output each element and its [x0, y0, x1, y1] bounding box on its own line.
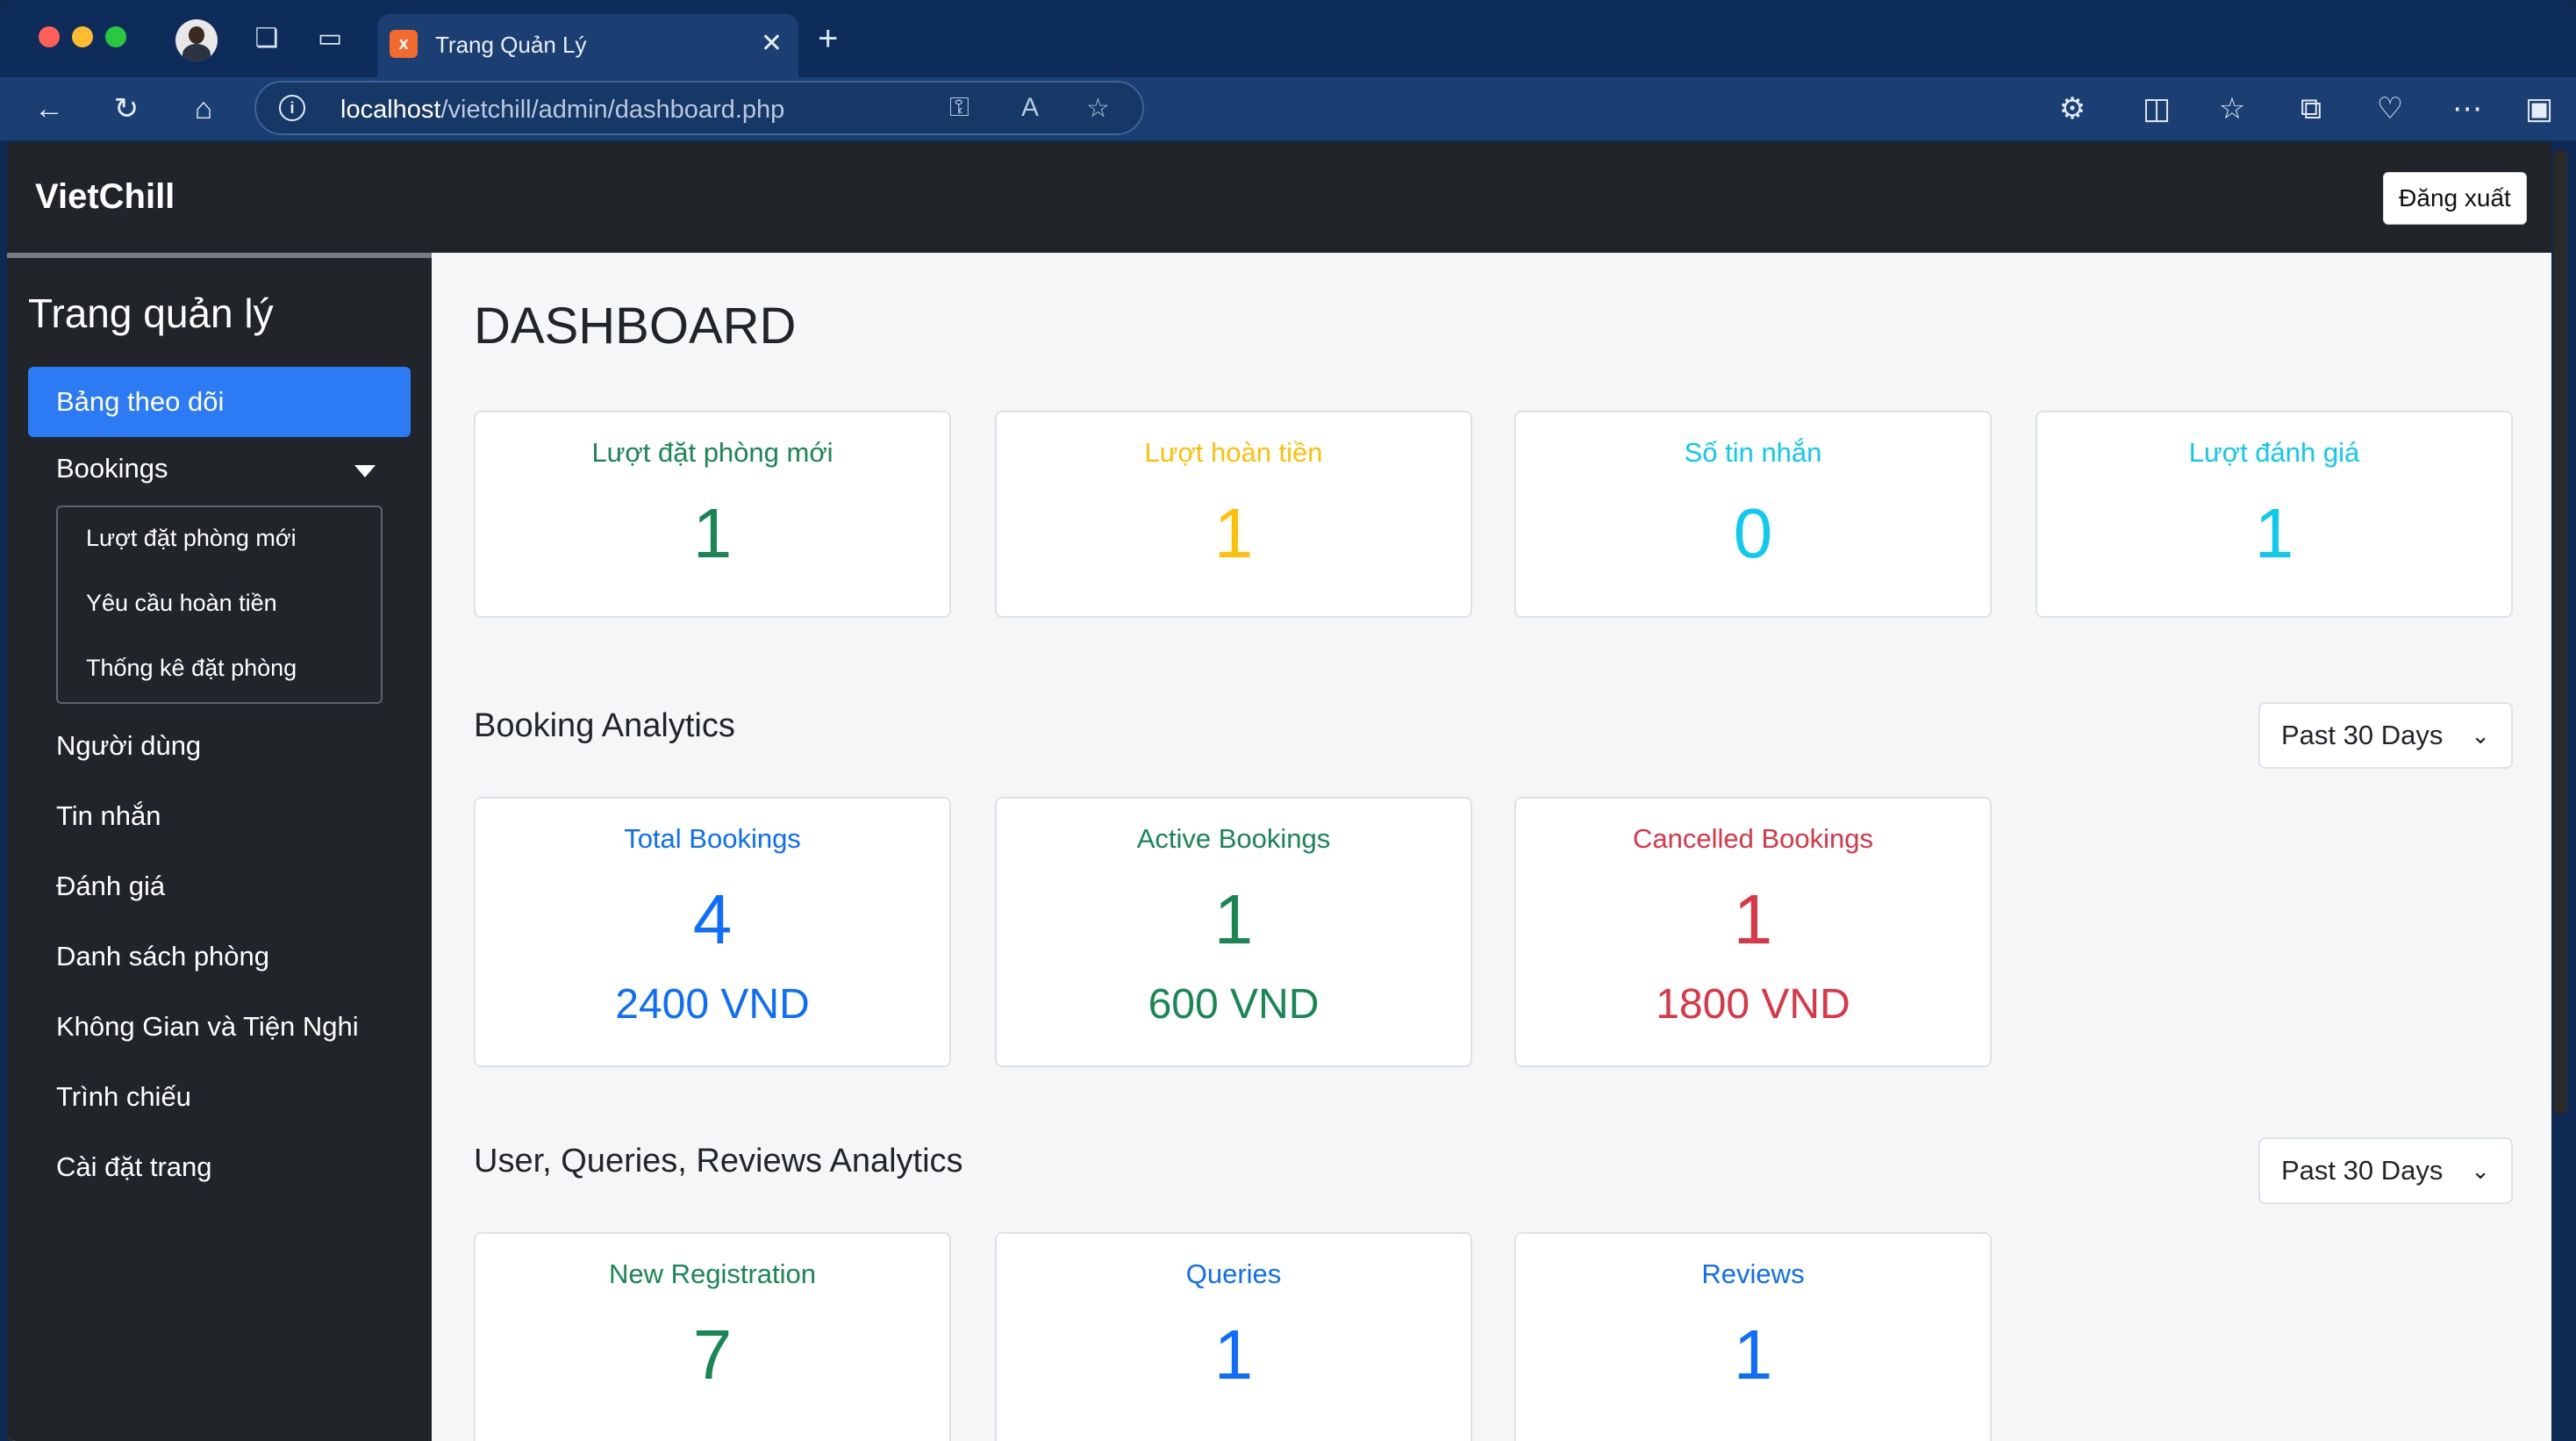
- card-value: 1: [1733, 1316, 1773, 1394]
- tab-close-icon[interactable]: ✕: [761, 28, 783, 59]
- sidebar-toggle-icon[interactable]: ▣: [2520, 90, 2558, 128]
- select-value: Past 30 Days: [2281, 720, 2444, 750]
- card-label: Cancelled Bookings: [1632, 823, 1873, 854]
- analytics-card-reviews[interactable]: Reviews 1: [1514, 1232, 1992, 1441]
- chevron-down-icon: ⌄: [2471, 722, 2490, 749]
- user-period-select[interactable]: Past 30 Days ⌄: [2258, 1137, 2513, 1204]
- card-label: Queries: [1185, 1258, 1282, 1289]
- card-label: Lượt đánh giá: [2188, 437, 2360, 468]
- chevron-down-icon: ⌄: [2471, 1158, 2490, 1184]
- web-page: VietChill Đăng xuất Trang quản lý Bảng t…: [7, 142, 2551, 1441]
- address-url[interactable]: localhost/vietchill/admin/dashboard.php: [340, 96, 784, 125]
- summary-card-new-bookings[interactable]: Lượt đặt phòng mới 1: [474, 411, 951, 618]
- card-label: Số tin nhắn: [1684, 437, 1822, 468]
- reload-icon[interactable]: ↻: [107, 90, 146, 128]
- new-tab-icon[interactable]: +: [818, 19, 838, 59]
- page-title: DASHBOARD: [474, 298, 797, 355]
- browser-window: ❏ ▭ x Trang Quản Lý ✕ + ← ↻ ⌂ i localhos…: [0, 0, 2576, 1441]
- navigation-bar: ← ↻ ⌂ i localhost/vietchill/admin/dashbo…: [0, 77, 2576, 140]
- url-host: localhost: [340, 96, 441, 124]
- card-amount: 600 VND: [1148, 981, 1320, 1028]
- address-bar[interactable]: i localhost/vietchill/admin/dashboard.ph…: [254, 81, 1144, 135]
- card-value: 7: [692, 1316, 733, 1394]
- admin-header: VietChill Đăng xuất: [7, 142, 2551, 253]
- summary-card-messages[interactable]: Số tin nhắn 0: [1514, 411, 1992, 618]
- xampp-favicon-icon: x: [390, 30, 418, 58]
- analytics-card-active-bookings[interactable]: Active Bookings 1 600 VND: [995, 797, 1472, 1067]
- analytics-card-total-bookings[interactable]: Total Bookings 4 2400 VND: [474, 797, 951, 1067]
- card-label: Lượt hoàn tiền: [1144, 437, 1323, 468]
- bookings-submenu: Lượt đặt phòng mới Yêu cầu hoàn tiền Thố…: [56, 505, 383, 704]
- favorite-star-icon[interactable]: ☆: [1086, 93, 1110, 124]
- scrollbar-thumb[interactable]: [2553, 149, 2567, 1115]
- summary-card-reviews[interactable]: Lượt đánh giá 1: [2036, 411, 2513, 618]
- sidebar-item-features-facilities[interactable]: Không Gian và Tiện Nghi: [56, 1011, 359, 1043]
- sidebar-item-rooms[interactable]: Danh sách phòng: [56, 941, 269, 972]
- workspaces-icon[interactable]: ❏: [249, 21, 284, 56]
- more-menu-icon[interactable]: ⋯: [2448, 90, 2487, 128]
- card-value: 1: [1733, 880, 1773, 958]
- select-value: Past 30 Days: [2281, 1155, 2444, 1186]
- card-value: 1: [1213, 1316, 1254, 1394]
- collections-icon[interactable]: ⧉: [2292, 90, 2330, 128]
- brand-logo[interactable]: VietChill: [35, 177, 175, 217]
- sidebar-item-messages[interactable]: Tin nhắn: [56, 800, 161, 832]
- analytics-card-queries[interactable]: Queries 1: [995, 1232, 1472, 1441]
- favorites-icon[interactable]: ☆: [2213, 90, 2251, 128]
- caret-down-icon[interactable]: [354, 465, 376, 477]
- maximize-window-button[interactable]: [105, 26, 126, 47]
- card-amount: 1800 VND: [1656, 981, 1850, 1028]
- submenu-item-booking-stats[interactable]: Thống kê đặt phòng: [86, 655, 297, 682]
- summary-card-refunds[interactable]: Lượt hoàn tiền 1: [995, 411, 1472, 618]
- home-icon[interactable]: ⌂: [184, 90, 223, 128]
- tab-title: Trang Quản Lý: [435, 32, 587, 58]
- key-icon[interactable]: ⚿: [949, 93, 970, 123]
- tab-bar: ❏ ▭ x Trang Quản Lý ✕ +: [0, 0, 2576, 77]
- extensions-icon[interactable]: ⚙: [2053, 90, 2092, 128]
- minimize-window-button[interactable]: [72, 26, 93, 47]
- card-label: Active Bookings: [1136, 823, 1331, 854]
- split-screen-icon[interactable]: ◫: [2137, 90, 2176, 128]
- profile-avatar[interactable]: [175, 19, 218, 61]
- card-amount: 2400 VND: [615, 981, 810, 1028]
- card-value: 1: [2254, 494, 2294, 572]
- booking-period-select[interactable]: Past 30 Days ⌄: [2258, 702, 2513, 769]
- card-label: Lượt đặt phòng mới: [591, 437, 834, 468]
- card-value: 1: [1213, 494, 1254, 572]
- sidebar: Trang quản lý Bảng theo dõi Bookings Lượ…: [7, 253, 432, 1441]
- avatar-head: [189, 26, 204, 44]
- browser-essentials-icon[interactable]: ♡: [2371, 90, 2409, 128]
- back-icon[interactable]: ←: [30, 90, 68, 128]
- card-value: 4: [692, 880, 733, 958]
- sidebar-item-dashboard[interactable]: Bảng theo dõi: [28, 367, 411, 437]
- tab-actions-icon[interactable]: ▭: [312, 21, 347, 56]
- tab-active[interactable]: x Trang Quản Lý ✕: [377, 14, 798, 77]
- analytics-card-new-registration[interactable]: New Registration 7: [474, 1232, 951, 1441]
- submenu-item-new-bookings[interactable]: Lượt đặt phòng mới: [86, 525, 297, 552]
- close-window-button[interactable]: [39, 26, 60, 47]
- url-path: /vietchill/admin/dashboard.php: [440, 96, 785, 124]
- submenu-item-refund-requests[interactable]: Yêu cầu hoàn tiền: [86, 590, 277, 617]
- card-label: New Registration: [608, 1258, 817, 1289]
- read-aloud-icon[interactable]: A: [1021, 93, 1039, 123]
- avatar-body: [182, 44, 211, 61]
- card-value: 0: [1733, 494, 1773, 572]
- site-info-icon[interactable]: i: [279, 95, 305, 121]
- card-label: Total Bookings: [624, 823, 801, 854]
- user-analytics-title: User, Queries, Reviews Analytics: [474, 1143, 963, 1179]
- main-content: DASHBOARD Lượt đặt phòng mới 1 Lượt hoàn…: [432, 253, 2551, 1441]
- sidebar-item-bookings[interactable]: Bookings: [56, 453, 168, 484]
- card-label: Reviews: [1701, 1258, 1805, 1289]
- sidebar-item-settings[interactable]: Cài đặt trang: [56, 1151, 212, 1183]
- analytics-card-cancelled-bookings[interactable]: Cancelled Bookings 1 1800 VND: [1514, 797, 1992, 1067]
- sidebar-item-carousel[interactable]: Trình chiếu: [56, 1081, 191, 1113]
- sidebar-item-reviews[interactable]: Đánh giá: [56, 871, 165, 902]
- logout-button[interactable]: Đăng xuất: [2383, 172, 2527, 225]
- sidebar-item-users[interactable]: Người dùng: [56, 730, 201, 762]
- booking-analytics-title: Booking Analytics: [474, 707, 735, 744]
- sidebar-title: Trang quản lý: [28, 290, 274, 336]
- card-value: 1: [692, 494, 733, 572]
- card-value: 1: [1213, 880, 1254, 958]
